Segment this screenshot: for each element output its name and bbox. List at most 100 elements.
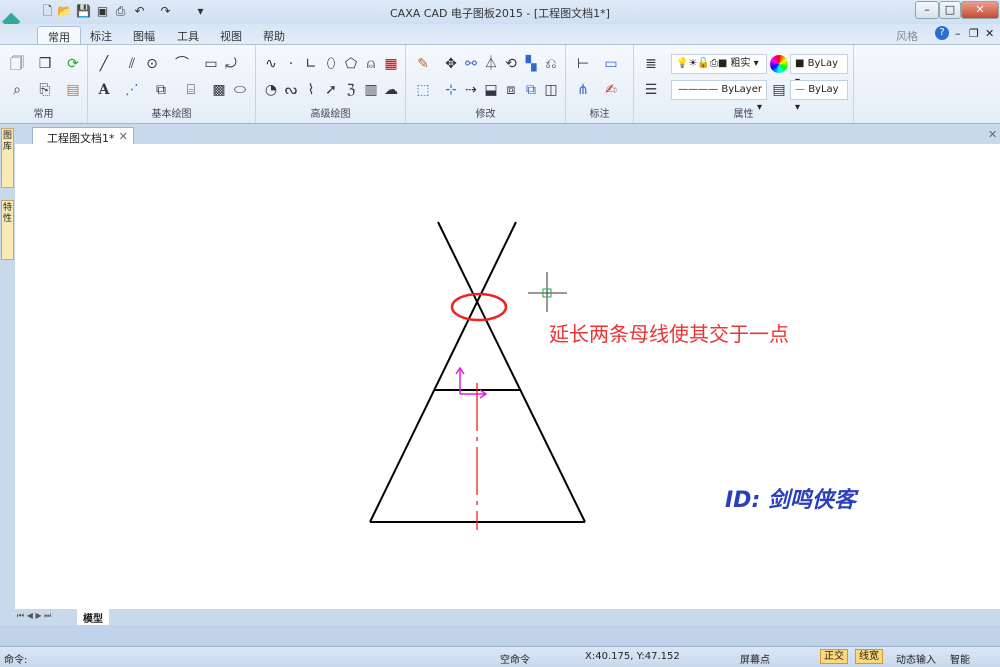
tab-common[interactable]: 常用 (37, 26, 81, 45)
tab-annotate[interactable]: 标注 (80, 26, 122, 45)
side-tab-label: 特性 (2, 203, 12, 224)
polyline-icon[interactable]: ⤾ (222, 55, 240, 73)
tab-help[interactable]: 帮助 (253, 26, 295, 45)
sheet-icon[interactable]: ▥ (362, 81, 380, 99)
group-properties: ≣ 💡☀🔓⎙■ 粗实 ▾ ■ ByLay ▾ ☰ ———— ByLayer ▾ … (634, 45, 854, 123)
group-label: 基本绘图 (151, 109, 192, 120)
doc-close-icon[interactable]: ✕ (985, 27, 994, 40)
minimize-button[interactable]: – (915, 1, 939, 19)
side-tab-properties[interactable]: 特性 (1, 200, 14, 260)
hatch-icon[interactable]: ⧉ (152, 81, 170, 99)
color-wheel-icon[interactable] (770, 55, 788, 73)
side-tab-library[interactable]: 图库 (1, 128, 14, 188)
group-label: 常用 (33, 109, 54, 120)
revision-cloud-icon[interactable]: ☁ (382, 81, 400, 99)
wave-icon[interactable]: ᔓ (282, 81, 300, 99)
edit-dim-icon[interactable]: ✍ (602, 81, 620, 99)
group-label: 属性 (733, 109, 754, 120)
spline-icon[interactable]: ∿ (262, 55, 280, 73)
linetype-dropdown[interactable]: ———— ByLayer ▾ (671, 80, 767, 113)
help-icon[interactable]: ? (935, 26, 949, 40)
fillet-icon[interactable]: ◫ (542, 81, 560, 99)
group-basic-draw: ╱ ⫽ ⊙ ⌒ ▭ ⤾ A ⋰ ⧉ ⌸ ▩ ⬭ 基本绘图 (88, 45, 256, 123)
offset-icon[interactable]: ⧉ (522, 81, 540, 99)
lineweight-icon[interactable]: ☰ (642, 81, 660, 99)
annotation-text: 延长两条母线使其交于一点 (549, 322, 789, 346)
mirror-icon[interactable]: ⏃ (482, 55, 500, 73)
maximize-button[interactable]: □ (939, 1, 961, 19)
linestyle-icon[interactable]: ▤ (770, 81, 788, 99)
dimension-icon[interactable]: ⊢ (574, 55, 592, 73)
refresh-icon[interactable]: ⟳ (64, 55, 82, 73)
arrow-icon[interactable]: ➚ (322, 81, 340, 99)
scale-icon[interactable]: ⎌ (542, 55, 560, 73)
extend-icon[interactable]: ⇢ (462, 81, 480, 99)
centerline-icon[interactable]: ⋰ (123, 81, 141, 99)
doc-minimize-icon[interactable]: – (955, 27, 961, 40)
arc-icon[interactable]: ⌒ (173, 55, 191, 73)
table-icon[interactable]: ▦ (382, 55, 400, 73)
angle-line-icon[interactable]: ∟ (302, 55, 320, 73)
zoom-icon[interactable]: ⌕ (8, 81, 26, 99)
hole-icon[interactable]: ⍝ (362, 55, 380, 73)
parallel-line-icon[interactable]: ⫽ (123, 55, 141, 73)
text-icon[interactable]: A (95, 81, 113, 99)
tab-tools[interactable]: 工具 (167, 26, 209, 45)
copy-icon[interactable]: ❒ (36, 55, 54, 73)
layer-dropdown[interactable]: 💡☀🔓⎙■ 粗实 ▾ (671, 54, 767, 74)
title-bar: ◆ 🗋 📂 💾 ▣ ⎙ ↶ ↷ ▾ CAXA CAD 电子图板2015 - [工… (0, 0, 1000, 34)
left-generatrix (369, 221, 517, 523)
command-prompt[interactable]: 命令: (4, 651, 27, 666)
layer-value: 粗实 (730, 58, 751, 69)
point-icon[interactable]: · (282, 55, 300, 73)
side-panel: 图库 特性 (0, 126, 14, 626)
nav-arrows[interactable]: ⏮ ◀ ▶ ⏭ (17, 611, 51, 621)
coordinates: X:40.175, Y:47.152 (585, 651, 680, 662)
cloud-line-icon[interactable]: ℨ (342, 81, 360, 99)
text-style-icon[interactable]: ▭ (602, 55, 620, 73)
dynamic-input-toggle[interactable]: 动态输入 (896, 651, 936, 666)
lineweight-dropdown[interactable]: — ByLay ▾ (790, 80, 848, 113)
properties-icon[interactable]: ⎘ (36, 81, 54, 99)
color-dropdown[interactable]: ■ ByLay ▾ (790, 54, 848, 87)
brush-icon[interactable]: ▤ (64, 81, 82, 99)
command-area[interactable] (0, 625, 1000, 646)
coordinate-dim-icon[interactable]: ⋔ (574, 81, 592, 99)
region-icon[interactable]: ⬭ (231, 81, 249, 99)
select-icon[interactable]: ⬚ (414, 81, 432, 99)
tab-view[interactable]: 视图 (210, 26, 252, 45)
smart-snap-toggle[interactable]: 智能 (950, 651, 970, 666)
array-icon[interactable]: ▚ (522, 55, 540, 73)
tab-frame[interactable]: 图幅 (123, 26, 165, 45)
explode-icon[interactable]: ⧈ (502, 81, 520, 99)
fill-icon[interactable]: ▩ (210, 81, 228, 99)
drawing-canvas[interactable]: 延长两条母线使其交于一点 ID: 剑鸣侠客 (15, 144, 1000, 609)
panel-close-icon[interactable]: ✕ (988, 128, 997, 141)
trim-icon[interactable]: ⊹ (442, 81, 460, 99)
close-button[interactable]: ✕ (961, 1, 999, 19)
new-doc-icon[interactable]: 🗍 (8, 55, 26, 73)
line-icon[interactable]: ╱ (95, 55, 113, 73)
snap-mode[interactable]: 屏幕点 (740, 651, 770, 666)
close-tab-icon[interactable]: ✕ (119, 130, 128, 143)
doc-restore-icon[interactable]: ❐ (969, 27, 979, 40)
ribbon-tabs: 常用 标注 图幅 工具 视图 帮助 风格 ? – ❐ ✕ (0, 24, 1000, 45)
erase-icon[interactable]: ✎ (414, 55, 432, 73)
block-icon[interactable]: ⌸ (182, 81, 200, 99)
document-tab[interactable]: 工程图文档1* ✕ (32, 127, 134, 145)
break-line-icon[interactable]: ⌇ (302, 81, 320, 99)
circle-icon[interactable]: ⊙ (143, 55, 161, 73)
copy-object-icon[interactable]: ⚯ (462, 55, 480, 73)
ortho-toggle[interactable]: 正交 (820, 649, 848, 664)
tab-model[interactable]: 模型 (77, 609, 109, 626)
lineweight-toggle[interactable]: 线宽 (855, 649, 883, 664)
stretch-icon[interactable]: ⬓ (482, 81, 500, 99)
polygon-icon[interactable]: ⬠ (342, 55, 360, 73)
ellipse-icon[interactable]: ⬯ (322, 55, 340, 73)
rectangle-icon[interactable]: ▭ (202, 55, 220, 73)
rotate-icon[interactable]: ⟲ (502, 55, 520, 73)
style-dropdown[interactable]: 风格 (896, 28, 918, 44)
move-icon[interactable]: ✥ (442, 55, 460, 73)
layer-icon[interactable]: ≣ (642, 55, 660, 73)
involute-icon[interactable]: ◔ (262, 81, 280, 99)
